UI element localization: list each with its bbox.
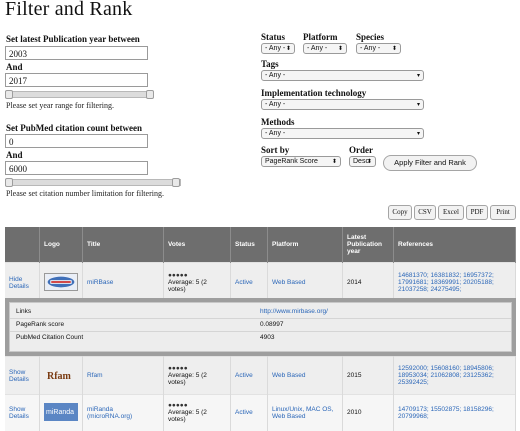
year-and-label: And (6, 62, 23, 72)
vote-average: Average: 5 (2 votes) (168, 372, 207, 386)
table-row: Hide Details miRBase ●●●●● Average: 5 (2 … (5, 262, 516, 303)
year-range-slider[interactable] (5, 90, 154, 99)
status-label: Status (261, 32, 286, 42)
hide-details-link[interactable]: Hide Details (9, 276, 29, 290)
references-links[interactable]: 14681370; 16381832; 16957372; 17991681; … (398, 272, 494, 293)
platform-value[interactable]: Web Based (272, 372, 305, 379)
year-filter-label: Set latest Publication year between (6, 34, 140, 44)
status-value[interactable]: Active (235, 279, 253, 286)
miranda-logo[interactable]: miRanda (44, 402, 78, 421)
detail-links-label: Links (16, 308, 32, 315)
sort-label: Sort by (261, 145, 290, 155)
detail-links-url[interactable]: http://www.mirbase.org/ (260, 306, 328, 318)
tool-title-link[interactable]: miRanda (microRNA.org) (87, 406, 132, 420)
vote-average: Average: 5 (2 votes) (168, 279, 207, 294)
print-button[interactable]: Print (490, 205, 516, 220)
citation-filter-label: Set PubMed citation count between (6, 123, 142, 133)
detail-citation-label: PubMed Citation Count (16, 334, 84, 341)
status-value[interactable]: Active (235, 409, 253, 416)
implementation-label: Implementation technology (261, 88, 367, 98)
platform-value[interactable]: Linux/Unix, MAC OS, Web Based (272, 406, 333, 420)
column-header-votes[interactable]: Votes (163, 227, 231, 263)
platform-label: Platform (303, 32, 338, 42)
results-table: Logo Title Votes Status Platform Latest … (5, 227, 516, 303)
detail-citation-value: 4903 (260, 334, 275, 341)
column-header-references[interactable]: References (393, 227, 516, 263)
species-select[interactable]: - Any - ⬍ (356, 43, 401, 54)
references-links[interactable]: 14709173; 15502875; 18158296; 20799968; (398, 406, 494, 420)
detail-row-pagerank: PageRank score 0.08997 (10, 319, 511, 332)
order-label: Order (349, 145, 373, 155)
detail-pagerank-label: PageRank score (16, 321, 65, 328)
citation-from-input[interactable]: 0 (5, 134, 148, 148)
table-header-row: Logo Title Votes Status Platform Latest … (5, 227, 516, 263)
tags-label: Tags (261, 59, 279, 69)
year-to-input[interactable]: 2017 (5, 73, 148, 87)
mirbase-logo[interactable] (44, 272, 78, 291)
tool-title-link[interactable]: Rfam (87, 372, 103, 379)
platform-value[interactable]: Web Based (272, 279, 305, 286)
column-header-status[interactable]: Status (230, 227, 268, 263)
citation-filter-help: Please set citation number limitation fo… (6, 189, 164, 198)
copy-button[interactable]: Copy (388, 205, 412, 220)
year-filter-help: Please set year range for filtering. (6, 101, 114, 110)
page-title: Filter and Rank (5, 0, 133, 20)
citation-slider-min-handle[interactable] (5, 178, 13, 187)
csv-button[interactable]: CSV (414, 205, 436, 220)
column-header-platform[interactable]: Platform (267, 227, 343, 263)
details-panel: Links http://www.mirbase.org/ PageRank s… (5, 298, 516, 356)
column-header-logo[interactable]: Logo (39, 227, 83, 263)
detail-pagerank-value: 0.08997 (260, 321, 284, 328)
column-header-title[interactable]: Title (82, 227, 164, 263)
apply-filter-button[interactable]: Apply Filter and Rank (383, 155, 477, 171)
methods-label: Methods (261, 117, 295, 127)
show-details-link[interactable]: Show Details (9, 369, 29, 383)
year-from-input[interactable]: 2003 (5, 46, 148, 60)
svg-text:Rfam: Rfam (47, 371, 72, 382)
rating-stars[interactable]: ●●●●● (168, 365, 226, 372)
show-details-link[interactable]: Show Details (9, 406, 29, 420)
table-row: Show Details Rfam Rfam ●●●●● Average: 5 (… (5, 356, 516, 395)
references-links[interactable]: 12592000; 15608160; 18945806; 18953034; … (398, 365, 494, 386)
citation-to-input[interactable]: 6000 (5, 161, 148, 175)
rfam-logo[interactable]: Rfam (44, 365, 78, 384)
rating-stars[interactable]: ●●●●● (168, 402, 226, 409)
publication-year: 2014 (347, 279, 362, 287)
pdf-button[interactable]: PDF (466, 205, 488, 220)
year-slider-max-handle[interactable] (146, 90, 154, 99)
publication-year: 2010 (347, 409, 362, 417)
citation-slider-max-handle[interactable] (172, 178, 180, 187)
platform-select[interactable]: - Any - ⬍ (303, 43, 347, 54)
table-row: Show Details miRanda miRanda (microRNA.o… (5, 394, 516, 431)
column-header-year[interactable]: Latest Publication year (342, 227, 394, 263)
results-table-continued: Show Details Rfam Rfam ●●●●● Average: 5 (… (5, 356, 516, 431)
detail-row-citations: PubMed Citation Count 4903 (10, 332, 511, 344)
implementation-select[interactable]: - Any - ▾ (261, 99, 424, 110)
detail-row-links: Links http://www.mirbase.org/ (10, 306, 511, 319)
sort-select[interactable]: PageRank Score ⬍ (261, 156, 341, 167)
status-value[interactable]: Active (235, 372, 253, 379)
vote-average: Average: 5 (2 votes) (168, 409, 207, 424)
svg-text:miRanda: miRanda (46, 409, 74, 416)
species-label: Species (356, 32, 384, 42)
citation-and-label: And (6, 150, 23, 160)
publication-year: 2015 (347, 372, 362, 379)
column-header-toggle[interactable] (5, 227, 40, 263)
year-slider-min-handle[interactable] (5, 90, 13, 99)
rating-stars[interactable]: ●●●●● (168, 272, 226, 279)
tags-select[interactable]: - Any - ▾ (261, 70, 424, 81)
status-select[interactable]: - Any - ⬍ (261, 43, 295, 54)
methods-select[interactable]: - Any - ▾ (261, 128, 424, 139)
tool-title-link[interactable]: miRBase (87, 279, 113, 286)
excel-button[interactable]: Excel (438, 205, 464, 220)
order-select[interactable]: Desc ⬍ (349, 156, 376, 167)
citation-range-slider[interactable] (5, 178, 181, 187)
